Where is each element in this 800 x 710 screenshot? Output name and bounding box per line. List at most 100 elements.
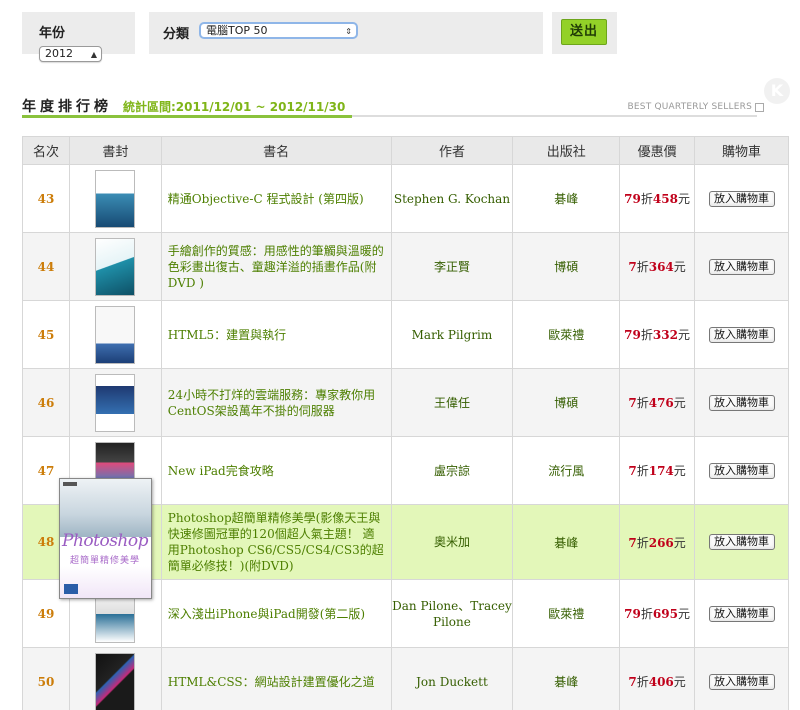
category-select-value: 電腦TOP 50 <box>206 24 268 37</box>
publisher-link[interactable]: 博碩 <box>512 232 621 301</box>
discount-value: 7 <box>628 396 637 410</box>
popup-cover-title: Photoshop <box>62 531 148 551</box>
add-to-cart-button[interactable]: 放入購物車 <box>708 605 775 622</box>
cart-cell: 放入購物車 <box>694 504 789 580</box>
author-link[interactable]: Mark Pilgrim <box>390 300 514 369</box>
book-title-link[interactable]: 深入淺出iPhone與iPad開發(第二版) <box>160 579 392 648</box>
add-to-cart-button[interactable]: 放入購物車 <box>708 673 775 690</box>
price-cell: 7折364元 <box>619 232 696 301</box>
year-select-value: 2012 <box>45 47 73 60</box>
add-to-cart-button[interactable]: 放入購物車 <box>708 394 775 411</box>
add-to-cart-button[interactable]: 放入購物車 <box>708 534 775 550</box>
add-to-cart-button[interactable]: 放入購物車 <box>708 258 775 275</box>
book-cover-image[interactable] <box>95 373 136 432</box>
price-value: 266 <box>648 535 674 550</box>
discount-unit: 折 <box>636 535 649 550</box>
col-header-cover: 書封 <box>68 136 162 165</box>
book-cover-image[interactable] <box>95 169 136 228</box>
author-link[interactable]: Stephen G. Kochan <box>390 164 514 233</box>
book-cover-popup[interactable]: Photoshop 超簡單精修美學 <box>59 478 152 599</box>
stat-range: 統計區間:2011/12/01 ~ 2012/11/30 <box>123 100 346 114</box>
book-title-link[interactable]: Photoshop超簡單精修美學(影像天王與快速修圖冠軍的120個超人氣主題！ … <box>160 504 392 580</box>
publisher-link[interactable]: 歐萊禮 <box>512 300 621 369</box>
grid-icon[interactable] <box>755 103 764 112</box>
discount-value: 7 <box>628 464 637 478</box>
publisher-link[interactable]: 碁峰 <box>512 164 621 233</box>
discount-unit: 折 <box>636 464 649 478</box>
discount-value: 79 <box>624 607 641 621</box>
discount-value: 7 <box>628 675 637 689</box>
author-link[interactable]: 奧米加 <box>390 504 514 580</box>
page-title: 年度排行榜 <box>22 99 112 115</box>
year-label: 年份 <box>39 26 66 41</box>
best-sellers-link[interactable]: BEST QUARTERLY SELLERS <box>628 102 752 112</box>
book-title-link[interactable]: New iPad完食攻略 <box>160 436 392 505</box>
author-link[interactable]: Jon Duckett <box>390 647 514 710</box>
price-value: 332 <box>652 328 678 342</box>
year-select[interactable]: 2012 ▲ <box>39 46 102 62</box>
discount-unit: 折 <box>636 675 649 689</box>
price-cell: 79折332元 <box>619 300 696 369</box>
popup-cover-photo <box>60 479 151 537</box>
publisher-link[interactable]: 歐萊禮 <box>512 579 621 648</box>
table-header-row: 名次 書封 書名 作者 出版社 優惠價 購物車 <box>22 136 789 165</box>
book-cover-image[interactable] <box>95 237 136 296</box>
price-unit: 元 <box>677 328 690 342</box>
add-to-cart-button[interactable]: 放入購物車 <box>708 326 775 343</box>
publisher-link[interactable]: 博碩 <box>512 368 621 437</box>
category-select[interactable]: 電腦TOP 50 ⇕ <box>199 22 358 39</box>
add-to-cart-button[interactable]: 放入購物車 <box>708 462 775 479</box>
cover-cell <box>68 300 162 369</box>
rank-number: 46 <box>22 368 70 437</box>
price-unit: 元 <box>673 675 686 689</box>
price-value: 174 <box>648 464 674 478</box>
cover-cell <box>68 164 162 233</box>
price-value: 406 <box>648 675 674 689</box>
book-cover-image[interactable] <box>95 652 136 710</box>
category-filter-box: 分類 電腦TOP 50 ⇕ <box>149 12 543 54</box>
book-title-link[interactable]: HTML&CSS：網站設計建置優化之道 <box>160 647 392 710</box>
author-link[interactable]: 盧宗諒 <box>390 436 514 505</box>
author-link[interactable]: 李正賢 <box>390 232 514 301</box>
heading-accent-line <box>22 115 352 118</box>
book-cover-image[interactable] <box>95 305 136 364</box>
price-unit: 元 <box>677 192 690 206</box>
book-title-link[interactable]: HTML5：建置與執行 <box>160 300 392 369</box>
add-to-cart-button[interactable]: 放入購物車 <box>708 190 775 207</box>
category-label: 分類 <box>163 27 190 42</box>
price-unit: 元 <box>673 396 686 410</box>
col-header-cart: 購物車 <box>694 136 789 165</box>
col-header-author: 作者 <box>390 136 514 165</box>
book-title-link[interactable]: 手繪創作的質感：用感性的筆觸與溫暖的色彩畫出復古、童趣洋溢的插畫作品(附DVD … <box>160 232 392 301</box>
rank-number: 44 <box>22 232 70 301</box>
discount-unit: 折 <box>640 192 653 206</box>
ranking-table: 名次 書封 書名 作者 出版社 優惠價 購物車 43 精通Objective-C… <box>22 136 789 710</box>
rank-number: 45 <box>22 300 70 369</box>
publisher-link[interactable]: 碁峰 <box>512 647 621 710</box>
price-unit: 元 <box>673 464 686 478</box>
price-cell: 7折406元 <box>619 647 696 710</box>
table-row: 44 手繪創作的質感：用感性的筆觸與溫暖的色彩畫出復古、童趣洋溢的插畫作品(附D… <box>22 232 789 301</box>
discount-value: 79 <box>624 192 641 206</box>
submit-box: 送出 <box>552 12 617 54</box>
publisher-link[interactable]: 流行風 <box>512 436 621 505</box>
book-title-link[interactable]: 24小時不打烊的雲端服務：專家教你用CentOS架設萬年不掛的伺服器 <box>160 368 392 437</box>
price-cell: 79折695元 <box>619 579 696 648</box>
price-value: 476 <box>648 396 674 410</box>
author-link[interactable]: Dan Pilone、Tracey Pilone <box>390 579 514 648</box>
cart-cell: 放入購物車 <box>694 300 789 369</box>
col-header-price: 優惠價 <box>619 136 696 165</box>
book-title-link[interactable]: 精通Objective-C 程式設計 (第四版) <box>160 164 392 233</box>
publisher-link[interactable]: 碁峰 <box>512 504 621 580</box>
price-cell: 79折458元 <box>619 164 696 233</box>
cover-cell <box>68 647 162 710</box>
cart-cell: 放入購物車 <box>694 647 789 710</box>
publisher-logo-icon <box>63 482 77 486</box>
discount-unit: 折 <box>636 396 649 410</box>
author-link[interactable]: 王偉任 <box>390 368 514 437</box>
price-unit: 元 <box>673 535 686 550</box>
filter-bar: 年份 2012 ▲ 分類 電腦TOP 50 ⇕ 送出 <box>22 12 617 62</box>
price-value: 458 <box>652 192 678 206</box>
submit-button[interactable]: 送出 <box>561 19 607 45</box>
discount-value: 79 <box>624 328 641 342</box>
